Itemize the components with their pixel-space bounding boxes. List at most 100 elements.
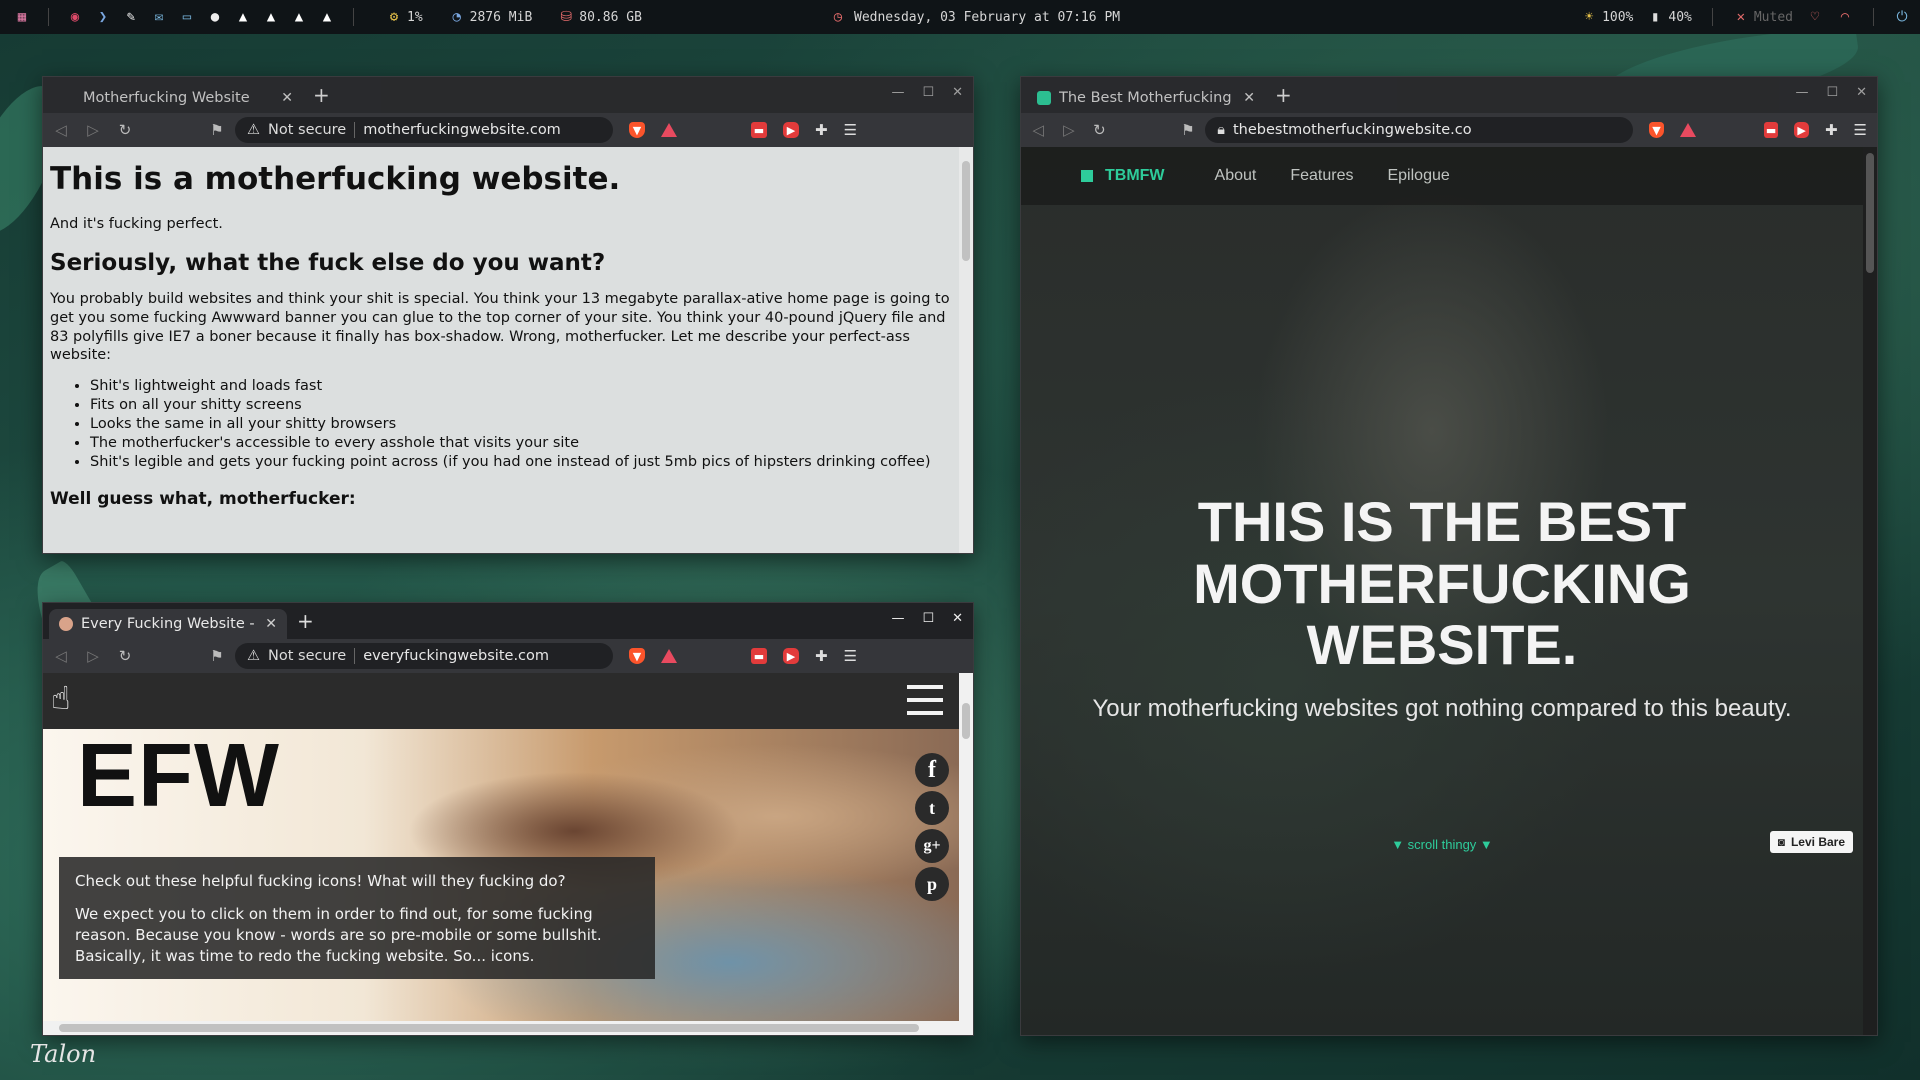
- power-icon[interactable]: ⏻: [1894, 9, 1910, 25]
- extensions-puzzle-icon[interactable]: ✚: [815, 121, 828, 139]
- minimize-icon[interactable]: —: [891, 611, 904, 626]
- extension-red-icon[interactable]: ▬: [751, 122, 767, 138]
- nav-link-about[interactable]: About: [1215, 167, 1257, 185]
- back-icon[interactable]: ◁: [53, 121, 69, 139]
- photo-credit-button[interactable]: ◙ Levi Bare: [1769, 831, 1853, 853]
- bookmark-icon[interactable]: ⚑: [209, 647, 225, 665]
- address-bar[interactable]: ⚠ Not secure everyfuckingwebsite.com: [235, 643, 613, 669]
- minimize-icon[interactable]: —: [1795, 85, 1808, 100]
- brave-rewards-icon[interactable]: [661, 649, 677, 663]
- extensions-puzzle-icon[interactable]: ✚: [1825, 121, 1838, 139]
- forward-icon[interactable]: ▷: [85, 121, 101, 139]
- reload-icon[interactable]: ↻: [117, 121, 133, 139]
- forward-icon[interactable]: ▷: [1062, 121, 1077, 139]
- workspace-icon[interactable]: ▲: [263, 9, 279, 25]
- new-tab-button[interactable]: +: [297, 609, 314, 633]
- maximize-icon[interactable]: ☐: [1826, 85, 1838, 100]
- heart-icon[interactable]: ♡: [1807, 9, 1823, 25]
- close-icon[interactable]: ✕: [1856, 85, 1867, 100]
- forward-icon[interactable]: ▷: [85, 647, 101, 665]
- extensions-puzzle-icon[interactable]: ✚: [815, 647, 828, 665]
- close-icon[interactable]: ✕: [952, 611, 963, 626]
- brave-shield-icon[interactable]: ▼: [629, 122, 645, 138]
- youtube-extension-icon[interactable]: ▶: [1794, 122, 1809, 138]
- paragraph: And it's fucking perfect.: [50, 216, 223, 232]
- scrollbar-thumb[interactable]: [59, 1024, 919, 1032]
- bookmark-icon[interactable]: ⚑: [1181, 121, 1196, 139]
- green-square-favicon-icon: [1037, 91, 1051, 105]
- extension-red-icon[interactable]: ▬: [751, 648, 767, 664]
- close-icon[interactable]: ✕: [952, 85, 963, 100]
- close-tab-icon[interactable]: ✕: [281, 90, 293, 106]
- folder-icon[interactable]: ▭: [179, 9, 195, 25]
- site-navbar: TBMFW About Features Epilogue: [1021, 147, 1877, 205]
- editor-icon[interactable]: ✎: [123, 9, 139, 25]
- maximize-icon[interactable]: ☐: [922, 85, 934, 100]
- twitter-icon[interactable]: t: [915, 791, 949, 825]
- nav-link-features[interactable]: Features: [1290, 167, 1353, 185]
- chat-icon[interactable]: ●: [207, 9, 223, 25]
- horizontal-scrollbar[interactable]: [43, 1021, 973, 1035]
- wifi-icon[interactable]: ◠: [1837, 9, 1853, 25]
- brave-shield-icon[interactable]: ▼: [1649, 122, 1664, 138]
- google-plus-icon[interactable]: g+: [915, 829, 949, 863]
- pointing-hand-icon[interactable]: ☝: [51, 679, 81, 717]
- browser-toolbar: ◁ ▷ ↻ ⚑ ⚠ Not secure motherfuckingwebsit…: [43, 113, 973, 147]
- clock-icon: ◷: [833, 9, 843, 25]
- nav-link-epilogue[interactable]: Epilogue: [1387, 167, 1449, 185]
- page-best-motherfucking-website: TBMFW About Features Epilogue THIS IS TH…: [1021, 147, 1877, 1035]
- back-icon[interactable]: ◁: [53, 647, 69, 665]
- address-bar[interactable]: 🔒︎ thebestmotherfuckingwebsite.co: [1205, 117, 1634, 143]
- youtube-extension-icon[interactable]: ▶: [783, 122, 799, 138]
- tab-best-motherfucking-website[interactable]: The Best Motherfucking W ✕: [1027, 83, 1265, 113]
- tab-motherfucking-website[interactable]: Motherfucking Website ✕: [73, 83, 303, 113]
- new-tab-button[interactable]: +: [313, 83, 330, 107]
- address-bar[interactable]: ⚠ Not secure motherfuckingwebsite.com: [235, 117, 613, 143]
- vertical-scrollbar[interactable]: [959, 673, 973, 1021]
- close-tab-icon[interactable]: ✕: [1243, 90, 1255, 106]
- brave-rewards-icon[interactable]: [1679, 123, 1696, 137]
- site-brand[interactable]: TBMFW: [1081, 167, 1165, 185]
- vertical-scrollbar[interactable]: [1863, 147, 1877, 1035]
- url-text: motherfuckingwebsite.com: [363, 122, 561, 138]
- facebook-icon[interactable]: f: [915, 753, 949, 787]
- mail-icon[interactable]: ✉: [151, 9, 167, 25]
- close-tab-icon[interactable]: ✕: [265, 616, 277, 632]
- terminal-icon[interactable]: ❯: [95, 9, 111, 25]
- volume-status[interactable]: ✕ Muted: [1733, 9, 1793, 25]
- scrollbar-thumb[interactable]: [962, 703, 970, 739]
- scrollbar-thumb[interactable]: [962, 161, 970, 261]
- menu-icon[interactable]: ☰: [844, 647, 857, 665]
- new-tab-button[interactable]: +: [1275, 83, 1292, 107]
- info-text: We expect you to click on them in order …: [75, 905, 602, 965]
- menu-icon[interactable]: ☰: [1854, 121, 1867, 139]
- workspace-icon[interactable]: ▲: [319, 9, 335, 25]
- hamburger-menu-icon[interactable]: [907, 685, 943, 715]
- reload-icon[interactable]: ↻: [1092, 121, 1107, 139]
- clock[interactable]: ◷ Wednesday, 03 February at 07:16 PM: [830, 0, 1120, 34]
- workspace-icon[interactable]: ▲: [235, 9, 251, 25]
- workspace-icon[interactable]: ▲: [291, 9, 307, 25]
- brave-shield-icon[interactable]: ▼: [629, 648, 645, 664]
- security-label: Not secure: [268, 122, 356, 138]
- vertical-scrollbar[interactable]: [959, 147, 973, 553]
- list-item: Looks the same in all your shitty browse…: [90, 415, 966, 434]
- tab-every-fucking-website[interactable]: Every Fucking Website - I ✕: [49, 609, 287, 639]
- app-grid-icon[interactable]: ▦: [14, 9, 30, 25]
- back-icon[interactable]: ◁: [1031, 121, 1046, 139]
- scroll-hint-link[interactable]: ▼ scroll thingy ▼: [1021, 837, 1863, 852]
- reload-icon[interactable]: ↻: [117, 647, 133, 665]
- scrollbar-thumb[interactable]: [1866, 153, 1874, 273]
- brave-rewards-icon[interactable]: [661, 123, 677, 137]
- divider: [48, 8, 49, 26]
- youtube-extension-icon[interactable]: ▶: [783, 648, 799, 664]
- menu-icon[interactable]: ☰: [844, 121, 857, 139]
- maximize-icon[interactable]: ☐: [922, 611, 934, 626]
- brightness-status[interactable]: ☀ 100%: [1581, 9, 1634, 25]
- extension-red-icon[interactable]: ▬: [1763, 122, 1779, 138]
- pinterest-icon[interactable]: p: [915, 867, 949, 901]
- hand-favicon-icon: [59, 617, 73, 631]
- bookmark-icon[interactable]: ⚑: [209, 121, 225, 139]
- browser-launcher-icon[interactable]: ◉: [67, 9, 83, 25]
- minimize-icon[interactable]: —: [891, 85, 904, 100]
